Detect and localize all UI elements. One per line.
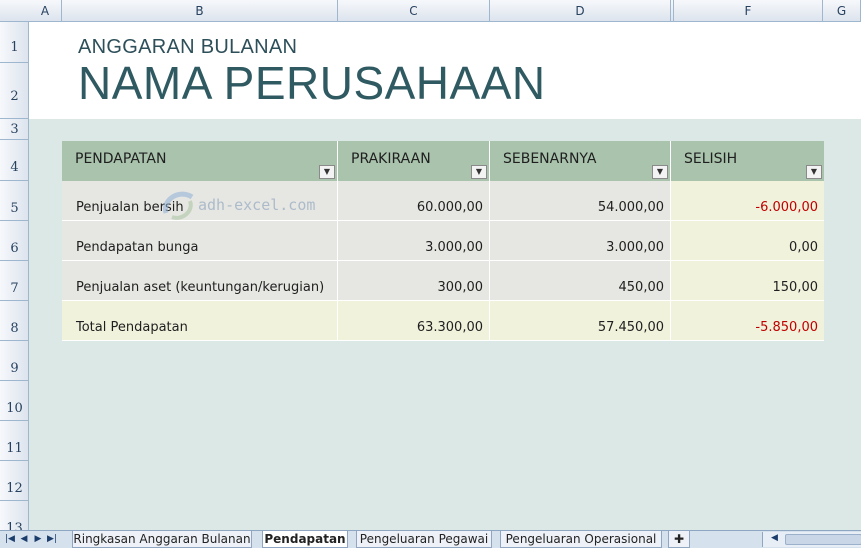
column-header-b[interactable]: B <box>62 0 338 22</box>
company-name-title[interactable]: NAMA PERUSAHAAN <box>78 56 546 110</box>
row-header-5[interactable]: 5 <box>0 181 28 221</box>
actual-cell[interactable]: 450,00 <box>490 261 671 301</box>
forecast-value: 300,00 <box>437 280 484 295</box>
scrollbar-thumb[interactable] <box>785 534 861 545</box>
forecast-cell[interactable]: 300,00 <box>338 261 490 301</box>
row-header-bar: 1 2 3 4 5 6 7 8 9 10 11 12 13 <box>0 22 29 530</box>
title-area: ANGGARAN BULANAN NAMA PERUSAHAAN <box>29 22 861 119</box>
row-header-9[interactable]: 9 <box>0 341 28 381</box>
row-label: Pendapatan bunga <box>76 240 199 255</box>
sheet-tab-ringkasan[interactable]: Ringkasan Anggaran Bulanan <box>72 531 252 548</box>
column-header-f[interactable]: F <box>674 0 823 22</box>
sheet-tab-bar: |◀ ◀ ▶ ▶| Ringkasan Anggaran Bulanan Pen… <box>0 530 861 548</box>
column-header-d[interactable]: D <box>490 0 671 22</box>
sheet-tab-pengeluaran-pegawai[interactable]: Pengeluaran Pegawai <box>356 531 492 548</box>
sheet-tab-pendapatan[interactable]: Pendapatan <box>262 531 348 548</box>
filter-dropdown-icon[interactable]: ▼ <box>319 165 335 179</box>
filter-dropdown-icon[interactable]: ▼ <box>471 165 487 179</box>
row-header-11[interactable]: 11 <box>0 421 28 461</box>
actual-value: 54.000,00 <box>597 200 664 215</box>
header-selisih[interactable]: SELISIH ▼ <box>671 141 824 181</box>
row-header-3[interactable]: 3 <box>0 119 28 140</box>
difference-value: 0,00 <box>789 240 818 255</box>
forecast-value: 3.000,00 <box>425 240 483 255</box>
difference-cell[interactable]: 150,00 <box>671 261 824 301</box>
header-pendapatan[interactable]: PENDAPATAN ▼ <box>62 141 338 181</box>
watermark-logo: adh-excel.com <box>158 185 368 225</box>
last-sheet-icon[interactable]: ▶| <box>46 533 58 546</box>
header-label: PENDAPATAN <box>75 151 167 167</box>
sheet-tab-pengeluaran-operasional[interactable]: Pengeluaran Operasional <box>500 531 662 548</box>
total-forecast-cell[interactable]: 63.300,00 <box>338 301 490 341</box>
header-label: PRAKIRAAN <box>351 151 431 167</box>
actual-value: 3.000,00 <box>606 240 664 255</box>
row-header-4[interactable]: 4 <box>0 140 28 181</box>
row-header-12[interactable]: 12 <box>0 461 28 501</box>
total-label: Total Pendapatan <box>76 320 188 335</box>
row-label-cell[interactable]: Pendapatan bunga <box>62 221 338 261</box>
difference-cell[interactable]: -6.000,00 <box>671 181 824 221</box>
header-sebenarnya[interactable]: SEBENARNYA ▼ <box>490 141 671 181</box>
filter-dropdown-icon[interactable]: ▼ <box>652 165 668 179</box>
total-actual-value: 57.450,00 <box>597 320 664 335</box>
watermark-text: adh-excel.com <box>198 196 316 214</box>
prev-sheet-icon[interactable]: ◀ <box>18 533 30 546</box>
row-label: Penjualan aset (keuntungan/kerugian) <box>76 280 325 295</box>
difference-value: 150,00 <box>772 280 819 295</box>
insert-sheet-icon[interactable]: ✚ <box>668 531 690 548</box>
filter-dropdown-icon[interactable]: ▼ <box>806 165 822 179</box>
table-header-row: PENDAPATAN ▼ PRAKIRAAN ▼ SEBENARNYA ▼ SE… <box>62 141 824 181</box>
row-header-6[interactable]: 6 <box>0 221 28 261</box>
scroll-left-icon[interactable]: ◀ <box>771 533 778 543</box>
total-difference-value: -5.850,00 <box>755 320 818 335</box>
column-header-g[interactable]: G <box>823 0 861 22</box>
row-header-7[interactable]: 7 <box>0 261 28 301</box>
difference-value: -6.000,00 <box>755 200 818 215</box>
column-header-a[interactable]: A <box>29 0 62 22</box>
next-sheet-icon[interactable]: ▶ <box>32 533 44 546</box>
row-header-10[interactable]: 10 <box>0 381 28 421</box>
actual-cell[interactable]: 54.000,00 <box>490 181 671 221</box>
table-row: Penjualan aset (keuntungan/kerugian) 300… <box>62 261 824 301</box>
total-actual-cell[interactable]: 57.450,00 <box>490 301 671 341</box>
column-header-bar: A B C D E F G <box>0 0 861 22</box>
total-row: Total Pendapatan 63.300,00 57.450,00 -5.… <box>62 301 824 341</box>
difference-cell[interactable]: 0,00 <box>671 221 824 261</box>
row-header-1[interactable]: 1 <box>0 22 28 63</box>
header-label: SEBENARNYA <box>503 151 597 167</box>
horizontal-scrollbar[interactable]: ◀ <box>762 532 861 547</box>
total-difference-cell[interactable]: -5.850,00 <box>671 301 824 341</box>
column-header-c[interactable]: C <box>338 0 490 22</box>
row-label-cell[interactable]: Penjualan aset (keuntungan/kerugian) <box>62 261 338 301</box>
watermark-swirl-icon <box>162 191 194 220</box>
table-row: Pendapatan bunga 3.000,00 3.000,00 0,00 <box>62 221 824 261</box>
actual-cell[interactable]: 3.000,00 <box>490 221 671 261</box>
row-header-2[interactable]: 2 <box>0 63 28 119</box>
header-label: SELISIH <box>684 151 738 167</box>
forecast-cell[interactable]: 3.000,00 <box>338 221 490 261</box>
worksheet-grid[interactable]: ANGGARAN BULANAN NAMA PERUSAHAAN PENDAPA… <box>29 22 861 530</box>
row-header-13[interactable]: 13 <box>0 501 28 530</box>
first-sheet-icon[interactable]: |◀ <box>4 533 16 546</box>
row-header-8[interactable]: 8 <box>0 301 28 341</box>
forecast-value: 60.000,00 <box>416 200 483 215</box>
actual-value: 450,00 <box>618 280 665 295</box>
header-prakiraan[interactable]: PRAKIRAAN ▼ <box>338 141 490 181</box>
total-label-cell[interactable]: Total Pendapatan <box>62 301 338 341</box>
total-forecast-value: 63.300,00 <box>416 320 483 335</box>
